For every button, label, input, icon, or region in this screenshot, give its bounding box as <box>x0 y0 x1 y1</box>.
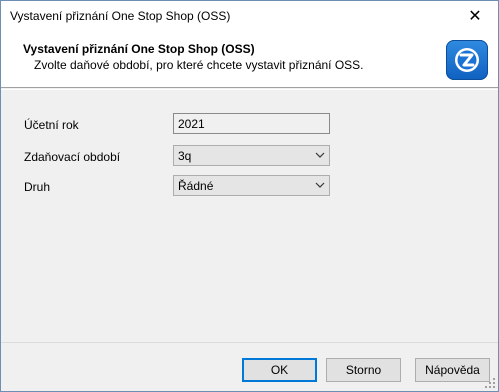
window-title: Vystavení přiznání One Stop Shop (OSS) <box>10 9 231 23</box>
fiscal-year-field: 2021 <box>173 113 330 134</box>
title-bar[interactable]: Vystavení přiznání One Stop Shop (OSS) ✕ <box>1 1 498 31</box>
tax-period-select[interactable]: 3q <box>173 145 330 166</box>
chevron-down-icon <box>315 179 325 193</box>
kind-select[interactable]: Řádné <box>173 175 330 196</box>
label-fiscal-year: Účetní rok <box>24 118 79 132</box>
tax-period-value: 3q <box>178 149 192 163</box>
resize-grip-icon[interactable] <box>484 377 496 389</box>
chevron-down-icon <box>315 149 325 163</box>
kind-value: Řádné <box>178 179 214 193</box>
app-logo-icon <box>446 40 488 80</box>
label-kind: Druh <box>24 180 51 194</box>
cancel-button[interactable]: Storno <box>326 358 401 382</box>
header-title: Vystavení přiznání One Stop Shop (OSS) <box>23 42 255 56</box>
close-icon[interactable]: ✕ <box>452 1 498 31</box>
help-button[interactable]: Nápověda <box>415 358 490 382</box>
dialog-header: Vystavení přiznání One Stop Shop (OSS) Z… <box>1 31 498 88</box>
ok-button[interactable]: OK <box>242 358 317 382</box>
label-tax-period: Zdaňovací období <box>24 150 121 164</box>
header-subtitle: Zvolte daňové období, pro které chcete v… <box>34 58 364 72</box>
footer-divider <box>1 342 498 343</box>
form-area: Účetní rok 2021 Zdaňovací období 3q Druh… <box>1 89 498 339</box>
fiscal-year-value: 2021 <box>178 117 205 131</box>
dialog-window: Vystavení přiznání One Stop Shop (OSS) ✕… <box>0 0 499 392</box>
